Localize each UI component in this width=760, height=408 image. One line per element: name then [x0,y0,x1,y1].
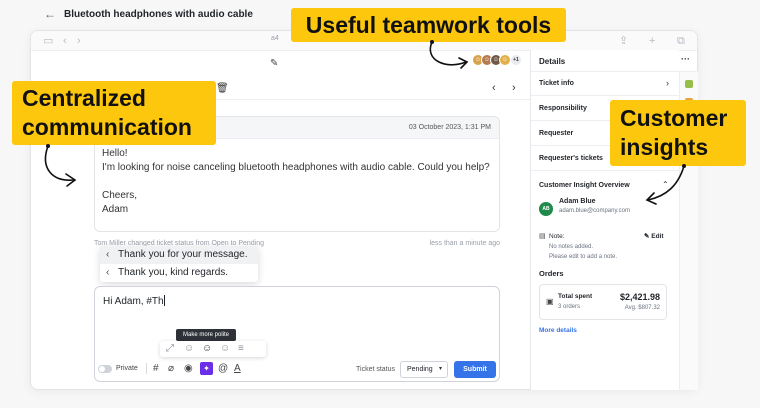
message-signature: Adam [102,204,129,215]
chevron-left-icon: ‹ [106,267,110,278]
average-order-value: Avg. $807.32 [624,305,660,311]
compose-toolbar: Private # ⌀ ◉ ✦ @ A [98,362,358,378]
status-value: Pending [407,366,433,373]
orders-heading: Orders [539,269,564,278]
section-ticket-info[interactable]: Ticket info › [531,72,679,96]
ticket-status-label: Ticket status [356,366,396,373]
message-timestamp: 03 October 2023, 1:31 PM [408,124,491,131]
edit-title-icon[interactable]: ✎ [270,58,278,69]
customer-name: Adam Blue [559,198,596,205]
orders-summary: ▣ Total spent 3 orders $2,421.98 Avg. $8… [539,284,667,320]
ticket-status-select[interactable]: Pending ▾ [400,361,448,378]
suggestion-label: Thank you for your message. [118,249,248,260]
magic-wand-icon[interactable]: ✦ [200,362,213,375]
chevron-right-icon: › [666,78,669,88]
customer-email: adam.blue@company.com [559,208,631,214]
neutral-tone-icon[interactable]: ☺ [184,343,194,355]
note-label: Note: [549,233,565,240]
customer-avatar: AB [539,202,553,216]
tone-options: ⤢ ☺ ☺ ☺ ≡ [160,341,266,357]
divider [146,363,147,374]
suggestion-label: Thank you, kind regards. [118,267,229,278]
section-label: Requester's tickets [539,155,603,162]
rephrase-icon[interactable]: ≡ [238,343,244,355]
private-label: Private [116,365,138,372]
hashtag-icon[interactable]: # [153,363,159,375]
suggestion-item[interactable]: ‹ Thank you, kind regards. [100,264,258,282]
text-caret [163,295,165,306]
sidebar-toggle-icon[interactable]: ▭ [43,34,53,48]
note-icon: ▤ [539,233,546,240]
details-title: Details [539,57,566,66]
address-bar[interactable]: a4 [271,35,279,42]
note-empty-text: No notes added. [549,244,594,250]
friendly-tone-icon[interactable]: ☺ [220,343,230,355]
back-arrow-icon[interactable]: ← [44,8,56,20]
callout-line: insights [620,134,709,160]
polite-tone-icon[interactable]: ☺ [202,343,212,355]
expand-icon[interactable]: ⤢ [166,343,174,355]
receipt-icon: ▣ [546,297,554,306]
collaborator-count-badge: +1 [510,54,522,66]
order-count: 3 orders [558,304,581,310]
next-ticket-icon[interactable]: › [512,82,516,94]
callout-line: Customer [620,105,728,131]
more-details-link[interactable]: More details [539,327,577,334]
new-tab-icon[interactable]: + [649,34,655,48]
collaborator-avatars[interactable]: ☺ ☺ ☺ ☺ +1 [472,54,526,68]
text-format-icon[interactable]: A [234,363,241,375]
reply-text[interactable]: Hi Adam, #Th [103,295,165,307]
message-greeting: Hello! [102,148,128,159]
callout-line: Centralized [22,85,146,111]
submit-button[interactable]: Submit [454,361,496,378]
note-hint-text: Please edit to add a note. [549,254,618,260]
chevron-left-icon: ‹ [106,249,110,260]
edit-note-button[interactable]: ✎ Edit [644,232,664,240]
browser-back-icon[interactable]: ‹ [63,34,67,48]
private-toggle[interactable] [98,365,112,373]
section-label: Responsibility [539,105,587,112]
total-spent-value: $2,421.98 [619,292,660,302]
reply-suggestions: ‹ Thank you for your message. ‹ Thank you,… [100,246,258,282]
callout-insights: Customer insights [610,100,746,166]
ticket-title: Bluetooth headphones with audio cable [64,9,253,20]
section-label: Requester [539,130,574,137]
chevron-down-icon: ▾ [438,366,442,372]
callout-teamwork: Useful teamwork tools [291,8,566,42]
suggestion-item[interactable]: ‹ Thank you for your message. [100,246,258,264]
trash-icon[interactable]: 🗑 [216,83,229,94]
total-spent-label: Total spent [558,293,593,300]
previous-ticket-icon[interactable]: ‹ [492,82,496,94]
share-icon[interactable]: ⇪ [619,34,628,48]
record-icon[interactable]: ◉ [184,363,193,375]
message-signoff: Cheers, [102,190,138,201]
message-text: I'm looking for noise canceling bluetoot… [102,162,490,173]
message-body: Hello! I'm looking for noise canceling b… [95,139,499,225]
more-options-icon[interactable]: ··· [681,54,690,64]
section-label: Ticket info [539,80,574,87]
insight-title: Customer Insight Overview [539,182,630,189]
mention-icon[interactable]: @ [218,363,228,375]
edit-label: Edit [651,233,664,240]
details-header: Details ··· [531,50,698,72]
attachment-icon[interactable]: ⌀ [168,363,174,375]
reply-content: Hi Adam, #Th [103,296,164,307]
chevron-up-icon[interactable]: ⌃ [662,180,669,189]
callout-line: communication [22,114,192,140]
browser-forward-icon[interactable]: › [77,34,81,48]
shopify-icon[interactable] [685,80,693,88]
tone-tooltip: Make more polite [176,329,236,344]
event-time: less than a minute ago [429,240,500,247]
tabs-overview-icon[interactable]: ⧉ [677,34,685,48]
callout-communication: Centralized communication [12,81,216,145]
